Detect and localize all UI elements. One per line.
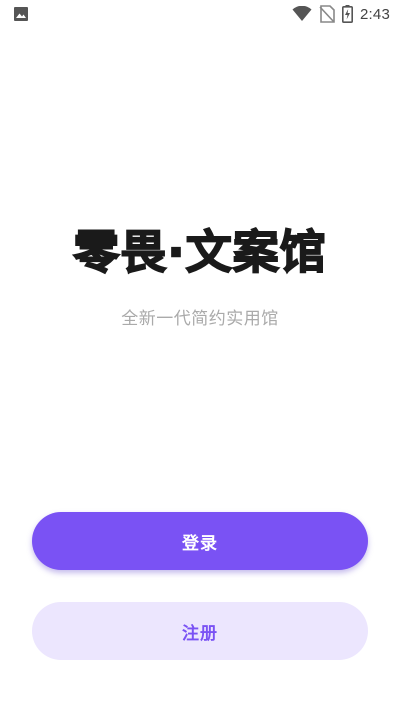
status-time: 2:43 [360,5,390,23]
status-bar-left [13,6,29,22]
welcome-screen: 2:43 零畏·文案馆 全新一代简约实用馆 登录 注册 [0,0,400,711]
wifi-icon [292,6,312,22]
status-bar-right: 2:43 [292,5,390,23]
register-button-label: 注册 [182,623,218,644]
app-title-block: 零畏·文案馆 全新一代简约实用馆 [0,216,400,329]
login-button-label: 登录 [182,533,218,554]
login-button[interactable]: 登录 [32,512,368,570]
status-bar: 2:43 [0,0,400,28]
no-sim-icon [319,5,335,23]
app-title: 零畏·文案馆 [72,224,327,280]
app-subtitle: 全新一代简约实用馆 [121,309,279,329]
register-button[interactable]: 注册 [32,602,368,660]
battery-charging-icon [342,5,353,23]
image-notification-icon [13,6,29,22]
